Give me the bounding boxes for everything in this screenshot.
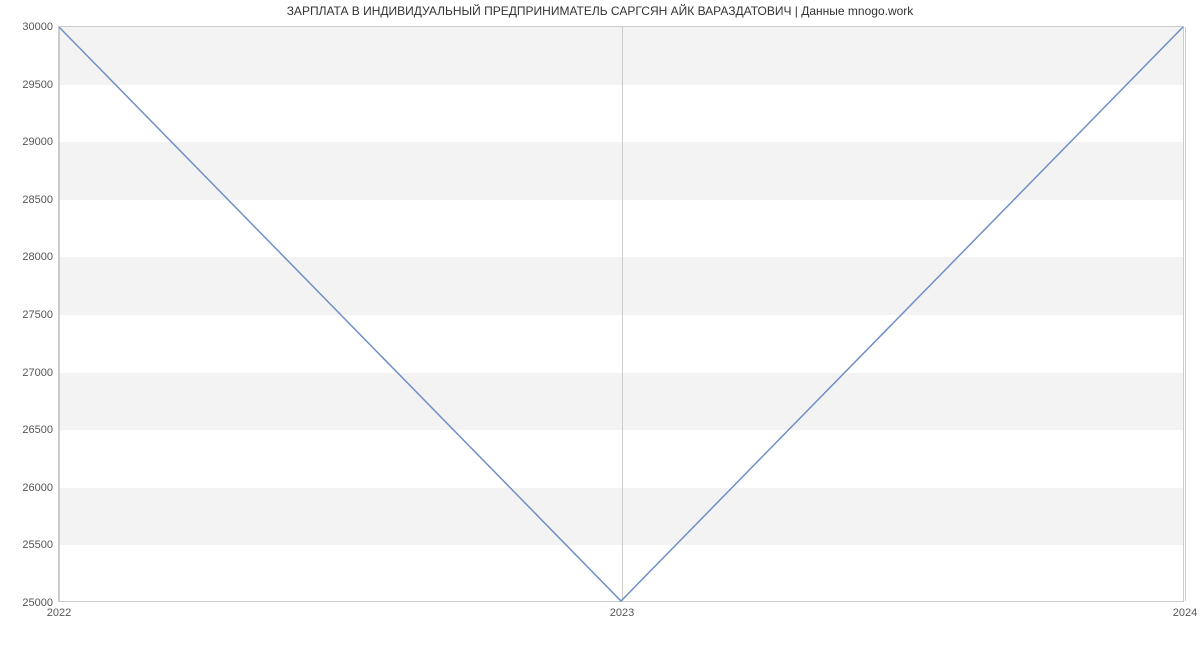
- y-tick-label: 28500: [22, 194, 53, 206]
- salary-chart: ЗАРПЛАТА В ИНДИВИДУАЛЬНЫЙ ПРЕДПРИНИМАТЕЛ…: [0, 0, 1200, 650]
- y-tick-label: 27000: [22, 367, 53, 379]
- y-tick-label: 29500: [22, 79, 53, 91]
- y-tick-label: 27500: [22, 309, 53, 321]
- x-tick-label: 2024: [1173, 607, 1197, 619]
- x-tick-label: 2023: [610, 607, 634, 619]
- x-tick-label: 2022: [47, 607, 71, 619]
- y-tick-label: 26000: [22, 482, 53, 494]
- y-tick-label: 28000: [22, 251, 53, 263]
- line-layer: [59, 27, 1183, 601]
- y-tick-label: 29000: [22, 136, 53, 148]
- plot-area: 2500025500260002650027000275002800028500…: [58, 26, 1184, 602]
- y-tick-label: 30000: [22, 21, 53, 33]
- y-tick-label: 25500: [22, 539, 53, 551]
- series-line: [59, 27, 1183, 601]
- x-gridline: [1185, 27, 1186, 601]
- y-tick-label: 26500: [22, 424, 53, 436]
- chart-title: ЗАРПЛАТА В ИНДИВИДУАЛЬНЫЙ ПРЕДПРИНИМАТЕЛ…: [0, 4, 1200, 18]
